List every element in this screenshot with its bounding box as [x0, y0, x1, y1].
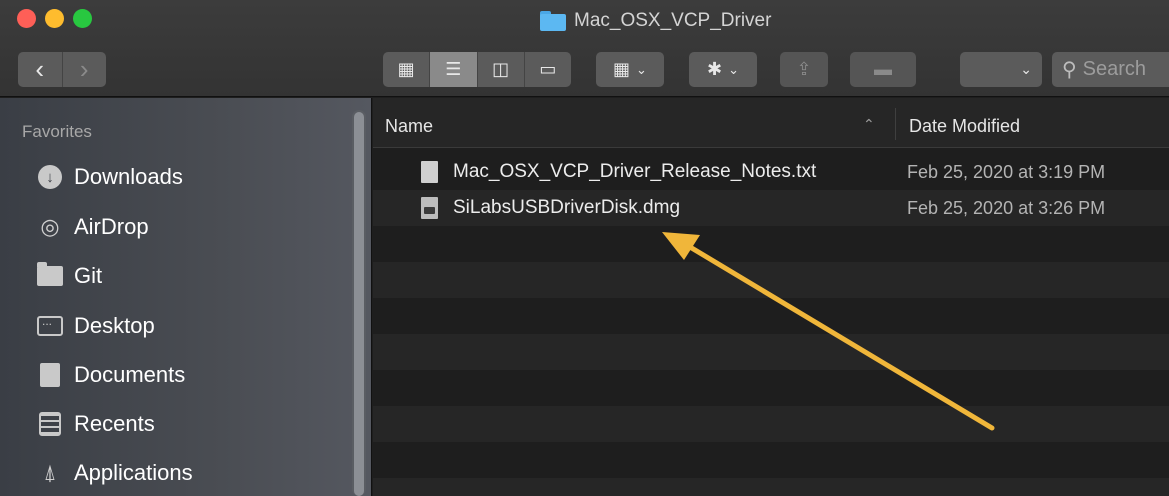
list-header: Name ⌃ Date Modified: [373, 98, 1169, 148]
recents-icon: [36, 410, 64, 438]
text-file-icon: [421, 161, 438, 183]
file-date: Feb 25, 2020 at 3:26 PM: [907, 197, 1106, 218]
sort-dropdown[interactable]: ⌄: [960, 52, 1042, 87]
sidebar-item-desktop[interactable]: Desktop: [36, 309, 155, 343]
applications-icon: ⍋: [43, 460, 57, 485]
search-placeholder: Search: [1082, 58, 1147, 80]
empty-row: [373, 226, 1169, 262]
disk-image-icon: [421, 197, 438, 219]
folder-icon: [540, 11, 566, 31]
share-icon: ⇪: [796, 59, 812, 79]
group-by-button[interactable]: ▦ ⌄: [596, 52, 664, 87]
sidebar-item-label: AirDrop: [74, 214, 149, 239]
chevron-down-icon: ⌄: [728, 61, 739, 77]
group-grid-icon: ▦: [613, 59, 631, 79]
sidebar-item-airdrop[interactable]: ◎ AirDrop: [36, 210, 149, 244]
empty-row: [373, 262, 1169, 298]
tag-icon: ▬: [874, 59, 892, 79]
file-date: Feb 25, 2020 at 3:19 PM: [907, 161, 1106, 182]
sidebar-section-favorites: Favorites: [22, 122, 92, 141]
sidebar-item-recents[interactable]: Recents: [36, 407, 155, 441]
zoom-window-button[interactable]: [73, 9, 92, 28]
sidebar-scroll-thumb[interactable]: [354, 112, 364, 496]
title-bar: Mac_OSX_VCP_Driver ‹ › ▦ ☰ ◫ ▭ ▦ ⌄ ✱ ⌄ ⇪…: [0, 0, 1169, 97]
chevron-right-icon[interactable]: ›: [63, 52, 107, 87]
download-icon: ↓: [36, 163, 64, 191]
file-name: Mac_OSX_VCP_Driver_Release_Notes.txt: [453, 161, 817, 182]
sidebar-item-label: Applications: [74, 460, 193, 485]
gear-icon: ✱: [707, 59, 723, 79]
sidebar-item-applications[interactable]: ⍋ Applications: [36, 456, 193, 490]
sidebar-item-git[interactable]: Git: [36, 259, 102, 293]
icon-view-icon[interactable]: ▦: [383, 52, 431, 87]
file-row[interactable]: SiLabsUSBDriverDisk.dmg Feb 25, 2020 at …: [373, 190, 1169, 226]
sort-ascending-icon: ⌃: [863, 116, 875, 132]
column-header-name[interactable]: Name: [385, 116, 433, 137]
search-icon: ⚲: [1062, 59, 1077, 81]
empty-row: [373, 370, 1169, 406]
file-name: SiLabsUSBDriverDisk.dmg: [453, 197, 681, 218]
column-view-icon[interactable]: ◫: [478, 52, 525, 87]
empty-row: [373, 442, 1169, 478]
file-list: Name ⌃ Date Modified Mac_OSX_VCP_Driver_…: [373, 98, 1169, 496]
chevron-left-icon[interactable]: ‹: [18, 52, 63, 87]
empty-row: [373, 478, 1169, 496]
empty-row: [373, 298, 1169, 334]
sidebar: Favorites ↓ Downloads ◎ AirDrop Git Desk…: [0, 98, 372, 496]
empty-row: [373, 334, 1169, 370]
gallery-view-icon[interactable]: ▭: [525, 52, 571, 87]
close-window-button[interactable]: [17, 9, 36, 28]
sidebar-item-documents[interactable]: Documents: [36, 358, 185, 392]
view-mode-selector: ▦ ☰ ◫ ▭: [383, 52, 571, 87]
sidebar-item-label: Downloads: [74, 164, 183, 189]
sidebar-item-label: Desktop: [74, 313, 155, 338]
tag-button[interactable]: ▬: [850, 52, 916, 87]
airdrop-icon: ◎: [40, 214, 60, 239]
chevron-down-icon: ⌄: [636, 61, 647, 77]
window-title: Mac_OSX_VCP_Driver: [540, 7, 771, 35]
finder-window: Mac_OSX_VCP_Driver ‹ › ▦ ☰ ◫ ▭ ▦ ⌄ ✱ ⌄ ⇪…: [0, 0, 1169, 496]
column-header-date-modified[interactable]: Date Modified: [909, 116, 1020, 137]
chevron-down-icon: ⌄: [1020, 61, 1032, 77]
column-divider[interactable]: [895, 108, 896, 140]
file-row[interactable]: Mac_OSX_VCP_Driver_Release_Notes.txt Feb…: [373, 154, 1169, 190]
folder-icon: [36, 262, 64, 290]
document-icon: [36, 361, 64, 389]
list-view-icon[interactable]: ☰: [430, 52, 478, 87]
search-field[interactable]: ⚲ Search: [1052, 52, 1169, 87]
navigation-buttons: ‹ ›: [18, 52, 106, 87]
sidebar-item-label: Recents: [74, 411, 155, 436]
minimize-window-button[interactable]: [45, 9, 64, 28]
share-button[interactable]: ⇪: [780, 52, 828, 87]
action-button[interactable]: ✱ ⌄: [689, 52, 757, 87]
window-title-text: Mac_OSX_VCP_Driver: [574, 10, 772, 31]
sidebar-item-downloads[interactable]: ↓ Downloads: [36, 160, 183, 194]
empty-row: [373, 406, 1169, 442]
sidebar-item-label: Git: [74, 263, 103, 288]
desktop-icon: [36, 312, 64, 340]
sidebar-item-label: Documents: [74, 362, 186, 387]
